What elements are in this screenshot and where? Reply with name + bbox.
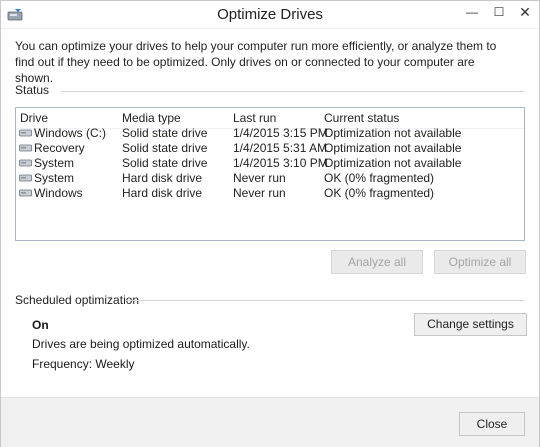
current-status: Optimization not available bbox=[324, 156, 462, 170]
drive-row[interactable]: System Hard disk drive Never run OK (0% … bbox=[16, 171, 524, 186]
status-divider bbox=[61, 91, 525, 92]
status-section-label: Status bbox=[15, 83, 50, 97]
close-button[interactable]: Close bbox=[459, 412, 525, 436]
drive-name: Windows bbox=[34, 186, 83, 200]
hard-drive-icon bbox=[19, 189, 32, 197]
hard-drive-icon bbox=[19, 174, 32, 182]
title-bar[interactable]: Optimize Drives — ☐ ✕ bbox=[1, 1, 539, 29]
schedule-frequency: Frequency: Weekly bbox=[32, 357, 135, 371]
current-status: Optimization not available bbox=[324, 141, 462, 155]
footer-bar: Close bbox=[1, 397, 539, 447]
scheduled-section-label: Scheduled optimization bbox=[15, 293, 140, 307]
column-header-current-status[interactable]: Current status bbox=[324, 111, 399, 125]
schedule-description: Drives are being optimized automatically… bbox=[32, 337, 250, 351]
last-run: 1/4/2015 3:15 PM bbox=[233, 126, 328, 140]
drive-row[interactable]: Windows (C:) Solid state drive 1/4/2015 … bbox=[16, 126, 524, 141]
scheduled-divider bbox=[125, 300, 525, 301]
last-run: 1/4/2015 5:31 AM bbox=[233, 141, 328, 155]
media-type: Solid state drive bbox=[122, 141, 208, 155]
drive-row[interactable]: Windows Hard disk drive Never run OK (0%… bbox=[16, 186, 524, 201]
intro-text: You can optimize your drives to help you… bbox=[15, 39, 497, 85]
analyze-all-button[interactable]: Analyze all bbox=[331, 250, 423, 274]
drive-name: Windows (C:) bbox=[34, 126, 107, 140]
column-header-last-run[interactable]: Last run bbox=[233, 111, 276, 125]
optimize-all-button[interactable]: Optimize all bbox=[434, 250, 526, 274]
hard-drive-icon bbox=[19, 144, 32, 152]
last-run: 1/4/2015 3:10 PM bbox=[233, 156, 328, 170]
drive-name: System bbox=[34, 171, 75, 185]
drive-name: Recovery bbox=[34, 141, 85, 155]
schedule-state: On bbox=[32, 318, 49, 332]
optimize-drives-window: Optimize Drives — ☐ ✕ You can optimize y… bbox=[0, 0, 540, 447]
drive-row[interactable]: System Solid state drive 1/4/2015 3:10 P… bbox=[16, 156, 524, 171]
column-header-media-type[interactable]: Media type bbox=[122, 111, 181, 125]
drive-list[interactable]: Drive Media type Last run Current status… bbox=[15, 107, 525, 241]
last-run: Never run bbox=[233, 171, 286, 185]
maximize-button[interactable]: ☐ bbox=[485, 1, 513, 23]
change-settings-button[interactable]: Change settings bbox=[414, 313, 527, 336]
last-run: Never run bbox=[233, 186, 286, 200]
media-type: Hard disk drive bbox=[122, 186, 203, 200]
current-status: Optimization not available bbox=[324, 126, 462, 140]
drive-row[interactable]: Recovery Solid state drive 1/4/2015 5:31… bbox=[16, 141, 524, 156]
drive-name: System bbox=[34, 156, 75, 170]
hard-drive-icon bbox=[19, 129, 32, 137]
current-status: OK (0% fragmented) bbox=[324, 171, 435, 185]
current-status: OK (0% fragmented) bbox=[324, 186, 435, 200]
close-window-button[interactable]: ✕ bbox=[510, 1, 540, 23]
media-type: Hard disk drive bbox=[122, 171, 203, 185]
hard-drive-icon bbox=[19, 159, 32, 167]
media-type: Solid state drive bbox=[122, 126, 208, 140]
media-type: Solid state drive bbox=[122, 156, 208, 170]
column-header-drive[interactable]: Drive bbox=[20, 111, 48, 125]
minimize-button[interactable]: — bbox=[458, 1, 486, 23]
